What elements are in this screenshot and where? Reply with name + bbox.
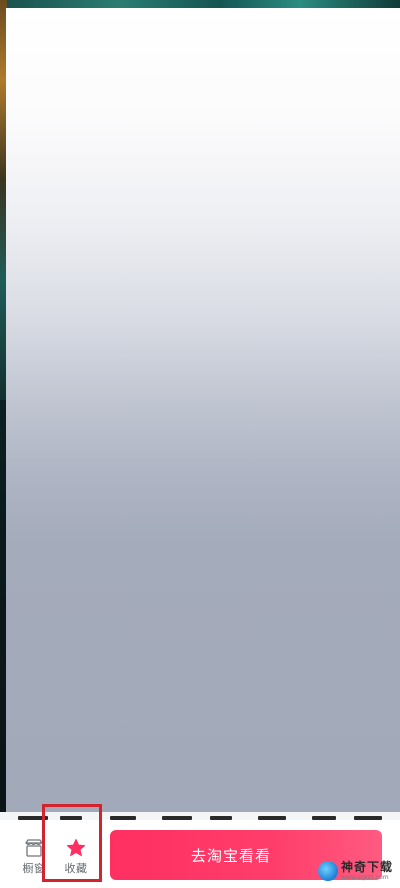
- tab-showcase-label: 橱窗: [22, 862, 46, 875]
- tab-favorites[interactable]: 收藏: [46, 820, 106, 888]
- watermark-title: 神奇下载: [341, 860, 394, 874]
- background-photo-top-edge: [0, 0, 400, 8]
- star-icon: [65, 838, 87, 858]
- tab-favorites-label: 收藏: [64, 862, 88, 875]
- media-loading-panel: [6, 8, 400, 820]
- watermark-logo-icon: [318, 861, 338, 881]
- storefront-icon: [23, 838, 45, 858]
- site-watermark: 神奇下载 www.sqxzz.com: [318, 854, 400, 888]
- watermark-url: www.sqxzz.com: [341, 874, 389, 881]
